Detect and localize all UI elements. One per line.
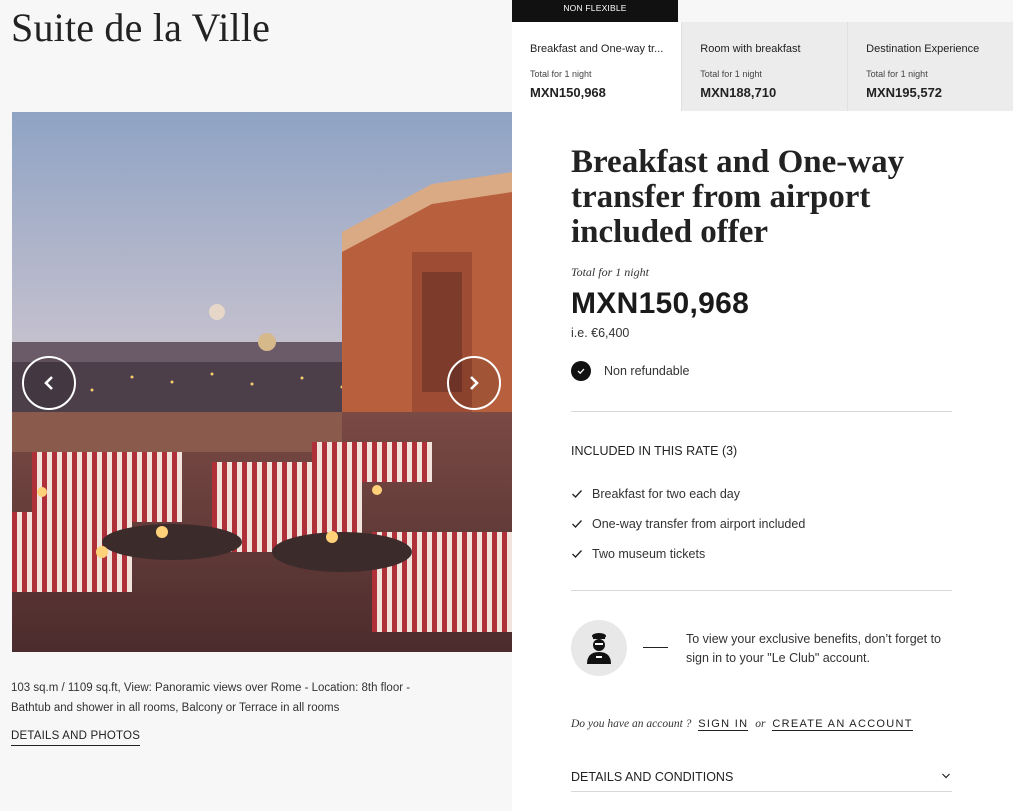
- divider: [571, 590, 952, 591]
- gallery-next-button[interactable]: [447, 356, 501, 410]
- chevron-right-icon: [470, 376, 479, 390]
- gallery-prev-button[interactable]: [22, 356, 76, 410]
- rate-tab-price: MXN188,710: [700, 85, 777, 100]
- included-title: INCLUDED IN THIS RATE (3): [571, 444, 738, 458]
- included-item-label: Two museum tickets: [592, 547, 706, 561]
- room-title: Suite de la Ville: [11, 5, 271, 50]
- non-flexible-badge: NON FLEXIBLE: [512, 0, 678, 22]
- offer-price-eur: i.e. €6,400: [571, 326, 630, 340]
- check-circle-icon: [571, 361, 591, 381]
- rate-tab-name: Destination Experience: [866, 43, 980, 55]
- le-club-notice: To view your exclusive benefits, don’t f…: [571, 620, 952, 676]
- sign-in-link[interactable]: SIGN IN: [698, 718, 749, 731]
- rate-tab-total: Total for 1 night: [530, 69, 592, 79]
- list-item: One-way transfer from airport included: [571, 509, 805, 539]
- offer-price: MXN150,968: [571, 287, 750, 320]
- check-icon: [572, 520, 582, 528]
- divider: [571, 411, 952, 412]
- included-item-label: One-way transfer from airport included: [592, 517, 806, 531]
- rate-tab-name: Breakfast and One-way tr...: [530, 43, 664, 55]
- list-item: Two museum tickets: [571, 539, 805, 569]
- included-item-label: Breakfast for two each day: [592, 487, 740, 501]
- rate-tab-destination[interactable]: Destination Experience Total for 1 night…: [848, 22, 1013, 111]
- details-photos-link[interactable]: DETAILS AND PHOTOS: [11, 730, 141, 746]
- rate-tabs: Breakfast and One-way tr... Total for 1 …: [512, 22, 1013, 111]
- concierge-icon: [571, 620, 627, 676]
- rate-tab-name: Room with breakfast: [700, 43, 801, 55]
- rate-tab-price: MXN195,572: [866, 85, 943, 100]
- chevron-down-icon: [942, 773, 950, 779]
- account-prompt: Do you have an account ? SIGN IN or CREA…: [571, 718, 917, 731]
- details-conditions-label: DETAILS AND CONDITIONS: [571, 770, 734, 784]
- rate-tab-price: MXN150,968: [530, 85, 606, 100]
- included-list: Breakfast for two each day One-way trans…: [571, 479, 805, 569]
- rate-detail-panel: Breakfast and One-way transfer from airp…: [512, 111, 1013, 811]
- rate-tab-breakfast-transfer[interactable]: Breakfast and One-way tr... Total for 1 …: [512, 22, 683, 111]
- offer-title: Breakfast and One-way transfer from airp…: [571, 144, 905, 250]
- refund-status: Non refundable: [571, 361, 689, 381]
- list-item: Breakfast for two each day: [571, 479, 805, 509]
- account-question: Do you have an account ?: [571, 718, 692, 730]
- or-label: or: [755, 718, 766, 730]
- chevron-left-icon: [44, 376, 53, 390]
- room-description: 103 sq.m / 1109 sq.ft, View: Panoramic v…: [11, 682, 411, 714]
- details-conditions-toggle[interactable]: DETAILS AND CONDITIONS: [571, 770, 952, 792]
- le-club-message: To view your exclusive benefits, don’t f…: [686, 632, 941, 665]
- rate-tab-total: Total for 1 night: [700, 69, 762, 79]
- check-icon: [572, 490, 582, 498]
- divider-line: [643, 647, 668, 648]
- room-photo: [12, 112, 512, 652]
- check-icon: [572, 550, 582, 558]
- rate-tab-room-breakfast[interactable]: Room with breakfast Total for 1 night MX…: [682, 22, 849, 111]
- create-account-link[interactable]: CREATE AN ACCOUNT: [772, 718, 913, 731]
- rate-tab-total: Total for 1 night: [866, 69, 928, 79]
- total-label: Total for 1 night: [571, 265, 649, 279]
- refund-label: Non refundable: [604, 364, 690, 378]
